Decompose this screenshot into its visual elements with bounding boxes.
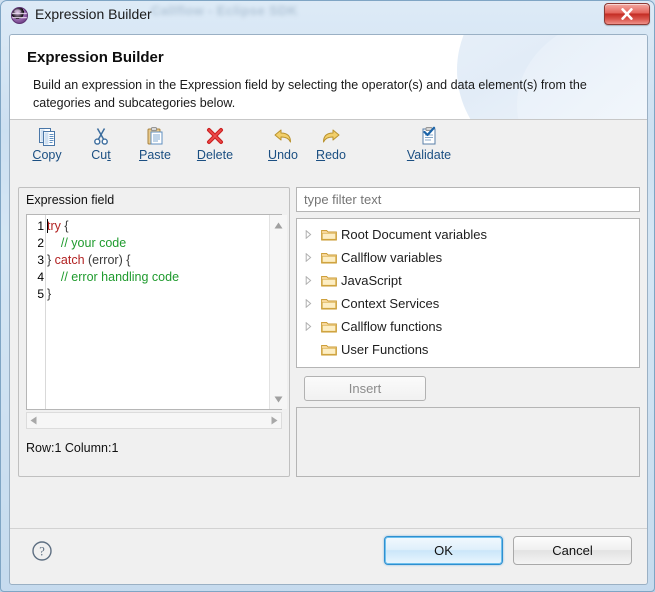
triangle-up-icon[interactable] [274,218,283,232]
tree-item[interactable]: Context Services [297,292,639,315]
folder-icon [321,297,341,310]
copy-button-label: Copy [32,148,62,162]
delete-icon [205,125,225,147]
cut-button[interactable]: Cut [72,125,130,162]
folder-icon [321,251,341,264]
code-token: } [47,287,52,301]
page-description: Build an expression in the Expression fi… [33,78,587,110]
folder-icon [321,320,341,333]
editor-vertical-scrollbar[interactable] [269,215,287,409]
help-question-icon[interactable]: ? [31,540,53,562]
cut-icon [91,125,111,147]
code-line: // error handling code [47,269,281,286]
cut-button-label: Cut [91,148,111,162]
code-token: } [47,253,55,267]
svg-text:?: ? [39,545,45,559]
toolbar: Copy Cut Paste Delete Undo Redo Validate [10,121,647,170]
redo-button-label: Redo [316,148,346,162]
delete-button-label: Delete [196,148,234,162]
code-token: try [47,219,65,233]
paste-button-label: Paste [139,148,171,162]
code-token: catch [54,253,89,267]
button-bar-separator [10,528,647,529]
expression-field-group: Expression field 1 2 3 4 5 try { // your cod… [18,187,290,477]
dialog-window: Callflow - Eclipse SDK Expression Builde… [0,0,655,592]
tree-item-label: User Functions [341,342,429,357]
line-number: 1 [37,219,44,233]
line-number: 2 [37,236,44,250]
code-line: // your code [47,235,281,252]
editor-horizontal-scrollbar[interactable] [26,412,282,429]
validate-icon [419,125,439,147]
undo-icon [272,125,294,147]
tree-item-label: Callflow variables [341,250,443,265]
ok-button[interactable]: OK [384,536,503,565]
expand-arrow-icon[interactable] [305,322,321,331]
category-tree[interactable]: Root Document variables Callflow variable… [296,218,640,368]
tree-item-label: Context Services [341,296,440,311]
triangle-right-icon[interactable] [271,414,278,428]
code-line: try { [47,218,281,235]
title-bar: Expression Builder [1,1,654,31]
code-line: } catch (error) { [47,252,281,269]
close-icon [621,8,633,20]
paste-button[interactable]: Paste [126,125,184,162]
validate-button[interactable]: Validate [400,125,458,162]
tree-item-label: Callflow functions [341,319,443,334]
tree-item[interactable]: JavaScript [297,269,639,292]
copy-icon [37,125,57,147]
folder-icon [321,274,341,287]
undo-button-label: Undo [268,148,298,162]
code-token: { [64,219,69,233]
tree-item-label: Root Document variables [341,227,487,242]
tree-item-label: JavaScript [341,273,402,288]
redo-button[interactable]: Redo [302,125,360,162]
redo-icon [320,125,342,147]
tree-item[interactable]: Callflow functions [297,315,639,338]
line-number: 4 [37,270,44,284]
description-panel [296,407,640,477]
dialog-header: Expression Builder Build an expression i… [10,35,647,120]
tree-item[interactable]: Callflow variables [297,246,639,269]
folder-icon [321,343,341,356]
insert-button[interactable]: Insert [304,376,426,401]
triangle-down-icon[interactable] [274,392,283,406]
copy-button[interactable]: Copy [18,125,76,162]
tree-item[interactable]: Root Document variables [297,223,639,246]
window-title: Expression Builder [35,6,152,22]
close-button[interactable] [604,3,650,25]
paste-icon [145,125,165,147]
row-column-status: Row:1 Column:1 [26,441,119,455]
tree-item[interactable]: User Functions [297,338,639,361]
line-number-gutter: 1 2 3 4 5 [27,215,46,409]
line-number: 5 [37,287,44,301]
triangle-left-icon[interactable] [30,414,37,428]
expression-field-label: Expression field [26,193,115,207]
page-title: Expression Builder [27,49,164,66]
filter-input[interactable] [296,187,640,212]
expand-arrow-icon[interactable] [305,299,321,308]
delete-button[interactable]: Delete [186,125,244,162]
expand-arrow-icon[interactable] [305,230,321,239]
code-line: } [47,286,281,303]
code-token: (error) { [88,253,131,267]
code-token: // error handling code [47,270,180,284]
line-number: 3 [37,253,44,267]
folder-icon [321,228,341,241]
validate-button-label: Validate [406,148,452,162]
expand-arrow-icon[interactable] [305,253,321,262]
text-caret [47,219,48,233]
dialog-body: Expression Builder Build an expression i… [9,34,648,585]
expand-arrow-icon[interactable] [305,276,321,285]
eclipse-sphere-icon [11,7,28,24]
expression-editor[interactable]: 12345 try { // your code} catch (error) … [26,214,282,410]
code-token: // your code [47,236,127,250]
cancel-button[interactable]: Cancel [513,536,632,565]
code-area[interactable]: try { // your code} catch (error) { // e… [46,215,281,409]
